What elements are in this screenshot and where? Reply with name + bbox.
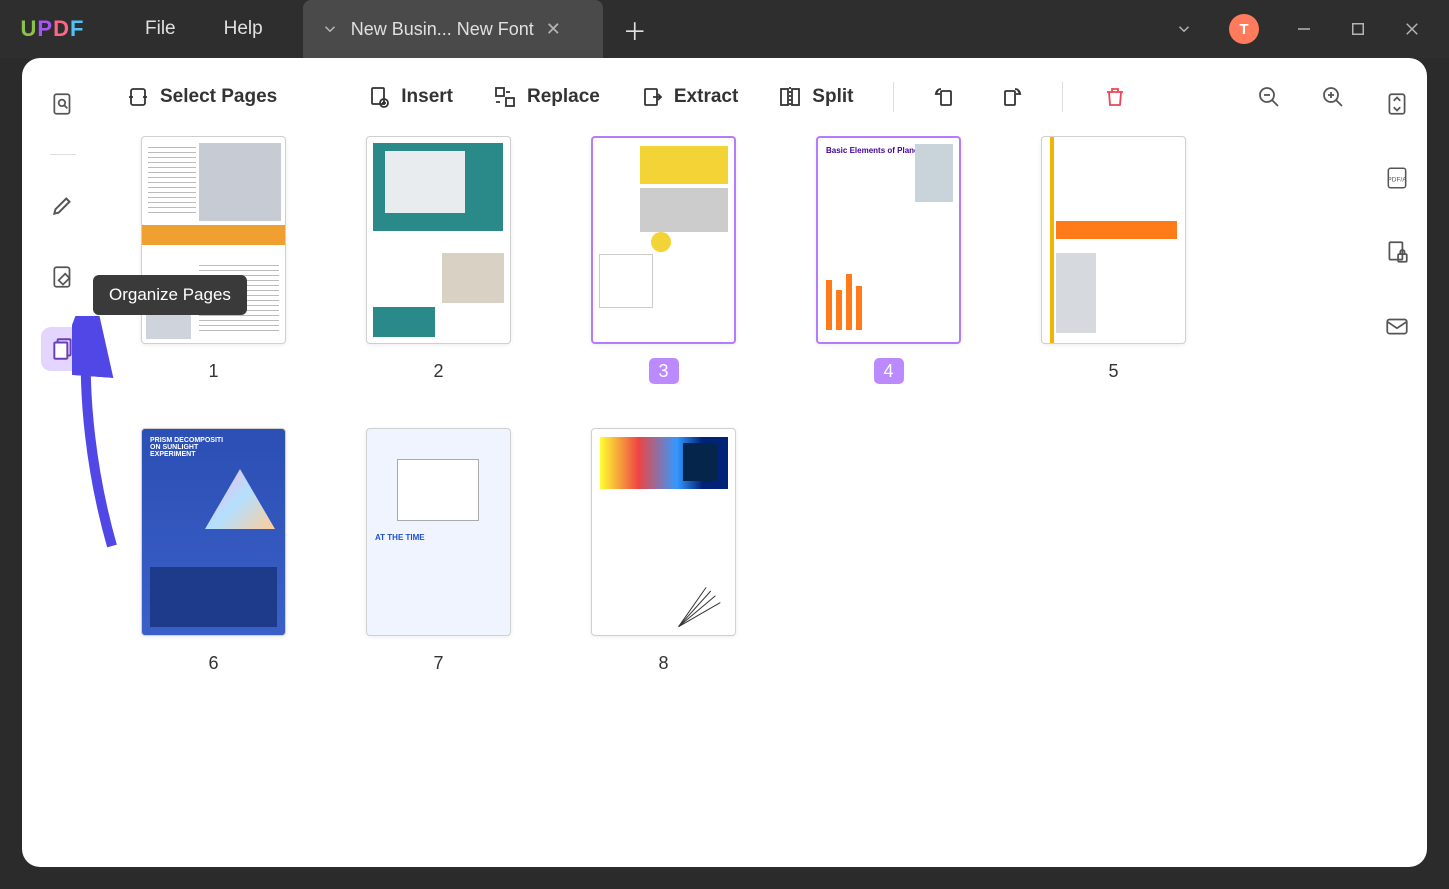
user-avatar[interactable]: T	[1229, 14, 1259, 44]
page-preview: PRISM DECOMPOSITI ON SUNLIGHT EXPERIMENT	[141, 428, 286, 636]
zoom-in-button[interactable]	[1321, 85, 1345, 109]
page-thumbnail[interactable]: PRISM DECOMPOSITI ON SUNLIGHT EXPERIMENT…	[126, 428, 301, 676]
select-icon	[126, 85, 150, 109]
pages-grid: 1 2 3 Basic Elements of Plane	[126, 136, 1345, 676]
highlighter-icon	[50, 192, 76, 218]
page-thumbnail[interactable]: 2	[351, 136, 526, 384]
sidebar-pdfa[interactable]: PDF/A	[1375, 156, 1419, 200]
tab-strip: New Busin... New Font ✕ ＋	[303, 0, 655, 58]
replace-button[interactable]: Replace	[493, 85, 600, 109]
rotate-left-icon	[934, 85, 958, 109]
zoom-in-icon	[1321, 85, 1345, 109]
edit-page-icon	[50, 264, 76, 290]
split-label: Split	[812, 86, 853, 108]
sidebar-organize-pages[interactable]	[41, 327, 85, 371]
select-pages-label: Select Pages	[160, 86, 277, 108]
sidebar-left	[22, 58, 104, 867]
extract-icon	[640, 85, 664, 109]
app-logo: UPDF	[0, 16, 105, 42]
separator	[893, 82, 894, 112]
chevron-down-icon[interactable]	[1175, 20, 1193, 38]
page-preview: AT THE TIME	[366, 428, 511, 636]
delete-button[interactable]	[1103, 85, 1127, 109]
close-window-icon[interactable]	[1403, 20, 1421, 38]
page-thumbnail[interactable]: AT THE TIME 7	[351, 428, 526, 676]
tab-title: New Busin... New Font	[351, 19, 534, 40]
page-thumbnail[interactable]: Basic Elements of Plane Space 4	[801, 136, 976, 384]
rotate-left-button[interactable]	[934, 85, 958, 109]
page-number: 6	[199, 650, 229, 676]
menu-help[interactable]: Help	[224, 18, 263, 40]
sidebar-protect[interactable]	[1375, 230, 1419, 274]
trash-icon	[1103, 85, 1127, 109]
extract-button[interactable]: Extract	[640, 85, 738, 109]
page-thumbnail[interactable]: 1	[126, 136, 301, 384]
page-preview	[591, 136, 736, 344]
maximize-icon[interactable]	[1349, 20, 1367, 38]
page-preview	[141, 136, 286, 344]
page-thumbnail[interactable]: 5	[1026, 136, 1201, 384]
split-icon	[778, 85, 802, 109]
zoom-out-button[interactable]	[1257, 85, 1281, 109]
replace-label: Replace	[527, 86, 600, 108]
page-number: 2	[424, 358, 454, 384]
svg-text:PDF/A: PDF/A	[1387, 176, 1407, 183]
sidebar-comment[interactable]	[41, 183, 85, 227]
menu-file[interactable]: File	[145, 18, 176, 40]
page-number: 3	[649, 358, 679, 384]
separator	[1062, 82, 1063, 112]
sidebar-share[interactable]	[1375, 304, 1419, 348]
page-preview	[591, 428, 736, 636]
extract-label: Extract	[674, 86, 738, 108]
sidebar-thumbnails[interactable]	[41, 82, 85, 126]
sidebar-edit[interactable]	[41, 255, 85, 299]
zoom-out-icon	[1257, 85, 1281, 109]
dropdown-icon[interactable]	[321, 20, 339, 38]
divider	[50, 154, 76, 155]
sidebar-right: PDF/A	[1367, 58, 1427, 867]
envelope-icon	[1384, 313, 1410, 339]
split-button[interactable]: Split	[778, 85, 853, 109]
titlebar: UPDF File Help New Busin... New Font ✕ ＋…	[0, 0, 1449, 58]
pages-grid-container: 1 2 3 Basic Elements of Plane	[104, 136, 1367, 867]
pages-stack-icon	[50, 336, 76, 362]
page-number: 5	[1099, 358, 1129, 384]
insert-icon	[367, 85, 391, 109]
page-preview	[366, 136, 511, 344]
lock-page-icon	[1384, 239, 1410, 265]
replace-icon	[493, 85, 517, 109]
sidebar-convert[interactable]	[1375, 82, 1419, 126]
window-controls: T	[1175, 14, 1449, 44]
new-tab-button[interactable]: ＋	[615, 0, 655, 58]
main-panel: Select Pages Insert Replace Extract Spli…	[104, 58, 1367, 867]
insert-label: Insert	[401, 86, 453, 108]
document-tab[interactable]: New Busin... New Font ✕	[303, 0, 603, 58]
organize-toolbar: Select Pages Insert Replace Extract Spli…	[104, 58, 1367, 136]
page-number: 7	[424, 650, 454, 676]
rotate-right-button[interactable]	[998, 85, 1022, 109]
page-number: 4	[874, 358, 904, 384]
menu-bar: File Help	[105, 18, 263, 40]
pdfa-icon: PDF/A	[1384, 165, 1410, 191]
close-tab-icon[interactable]: ✕	[546, 19, 561, 40]
minimize-icon[interactable]	[1295, 20, 1313, 38]
workspace: Select Pages Insert Replace Extract Spli…	[22, 58, 1427, 867]
page-preview	[1041, 136, 1186, 344]
page-thumbnail[interactable]: 3	[576, 136, 751, 384]
select-pages-button[interactable]: Select Pages	[126, 85, 277, 109]
page-preview: Basic Elements of Plane Space	[816, 136, 961, 344]
page-number: 8	[649, 650, 679, 676]
page-number: 1	[199, 358, 229, 384]
rotate-right-icon	[998, 85, 1022, 109]
page-thumbnail[interactable]: 8	[576, 428, 751, 676]
convert-icon	[1384, 91, 1410, 117]
search-page-icon	[50, 91, 76, 117]
insert-button[interactable]: Insert	[367, 85, 453, 109]
